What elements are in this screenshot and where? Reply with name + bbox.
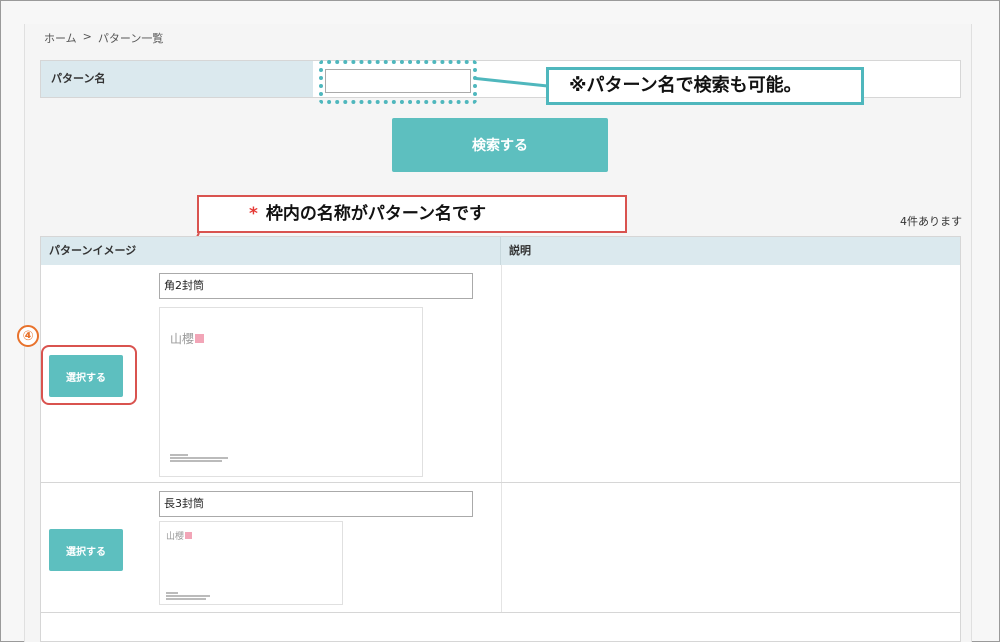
address-line — [170, 460, 222, 462]
column-header-description: 説明 — [509, 244, 531, 257]
envelope-logo: 山櫻 — [166, 529, 193, 542]
address-line — [166, 592, 178, 594]
logo-mark-icon — [185, 532, 193, 539]
pattern-name-callout: * 枠内の名称がパターン名です — [197, 195, 627, 233]
address-line — [170, 457, 228, 459]
envelope-preview-image: 山櫻 — [159, 307, 423, 477]
search-field-label: パターン名 — [41, 61, 313, 97]
callout-asterisk: * — [249, 204, 258, 224]
results-table: パターンイメージ 説明 角2封筒 ④ 選択する 山櫻 長3封筒 選択する 山櫻 — [17, 236, 961, 642]
table-row: 長3封筒 選択する 山櫻 — [41, 483, 960, 613]
envelope-preview-image: 山櫻 — [159, 521, 343, 605]
breadcrumb: ホーム > パターン一覧 — [44, 30, 163, 46]
column-divider — [501, 265, 502, 482]
address-line — [166, 598, 206, 600]
search-callout: ※パターン名で検索も可能。 — [546, 67, 864, 105]
pattern-name-field: 角2封筒 — [159, 273, 473, 299]
select-button[interactable]: 選択する — [49, 529, 123, 571]
step-number-badge: ④ — [17, 325, 39, 347]
column-divider — [501, 483, 502, 612]
select-button[interactable]: 選択する — [49, 355, 123, 397]
pattern-name-field: 長3封筒 — [159, 491, 473, 517]
logo-mark-icon — [195, 334, 205, 343]
breadcrumb-home-link[interactable]: ホーム — [44, 30, 77, 46]
address-line — [170, 454, 188, 456]
table-row: 角2封筒 ④ 選択する 山櫻 — [17, 265, 960, 483]
table-header: パターンイメージ 説明 — [41, 237, 960, 265]
envelope-logo: 山櫻 — [170, 330, 205, 347]
column-header-pattern-image: パターンイメージ — [41, 237, 501, 265]
envelope-logo-text: 山櫻 — [170, 332, 195, 346]
envelope-address-block — [170, 454, 228, 462]
search-input-highlight — [319, 60, 477, 104]
envelope-address-block — [166, 592, 210, 600]
search-button[interactable]: 検索する — [392, 118, 608, 172]
result-count: 4件あります — [900, 215, 962, 228]
address-line — [166, 595, 210, 597]
envelope-logo-text: 山櫻 — [166, 532, 185, 542]
breadcrumb-separator: > — [82, 30, 92, 43]
callout-text: 枠内の名称がパターン名です — [265, 204, 487, 224]
breadcrumb-current: パターン一覧 — [97, 32, 164, 45]
